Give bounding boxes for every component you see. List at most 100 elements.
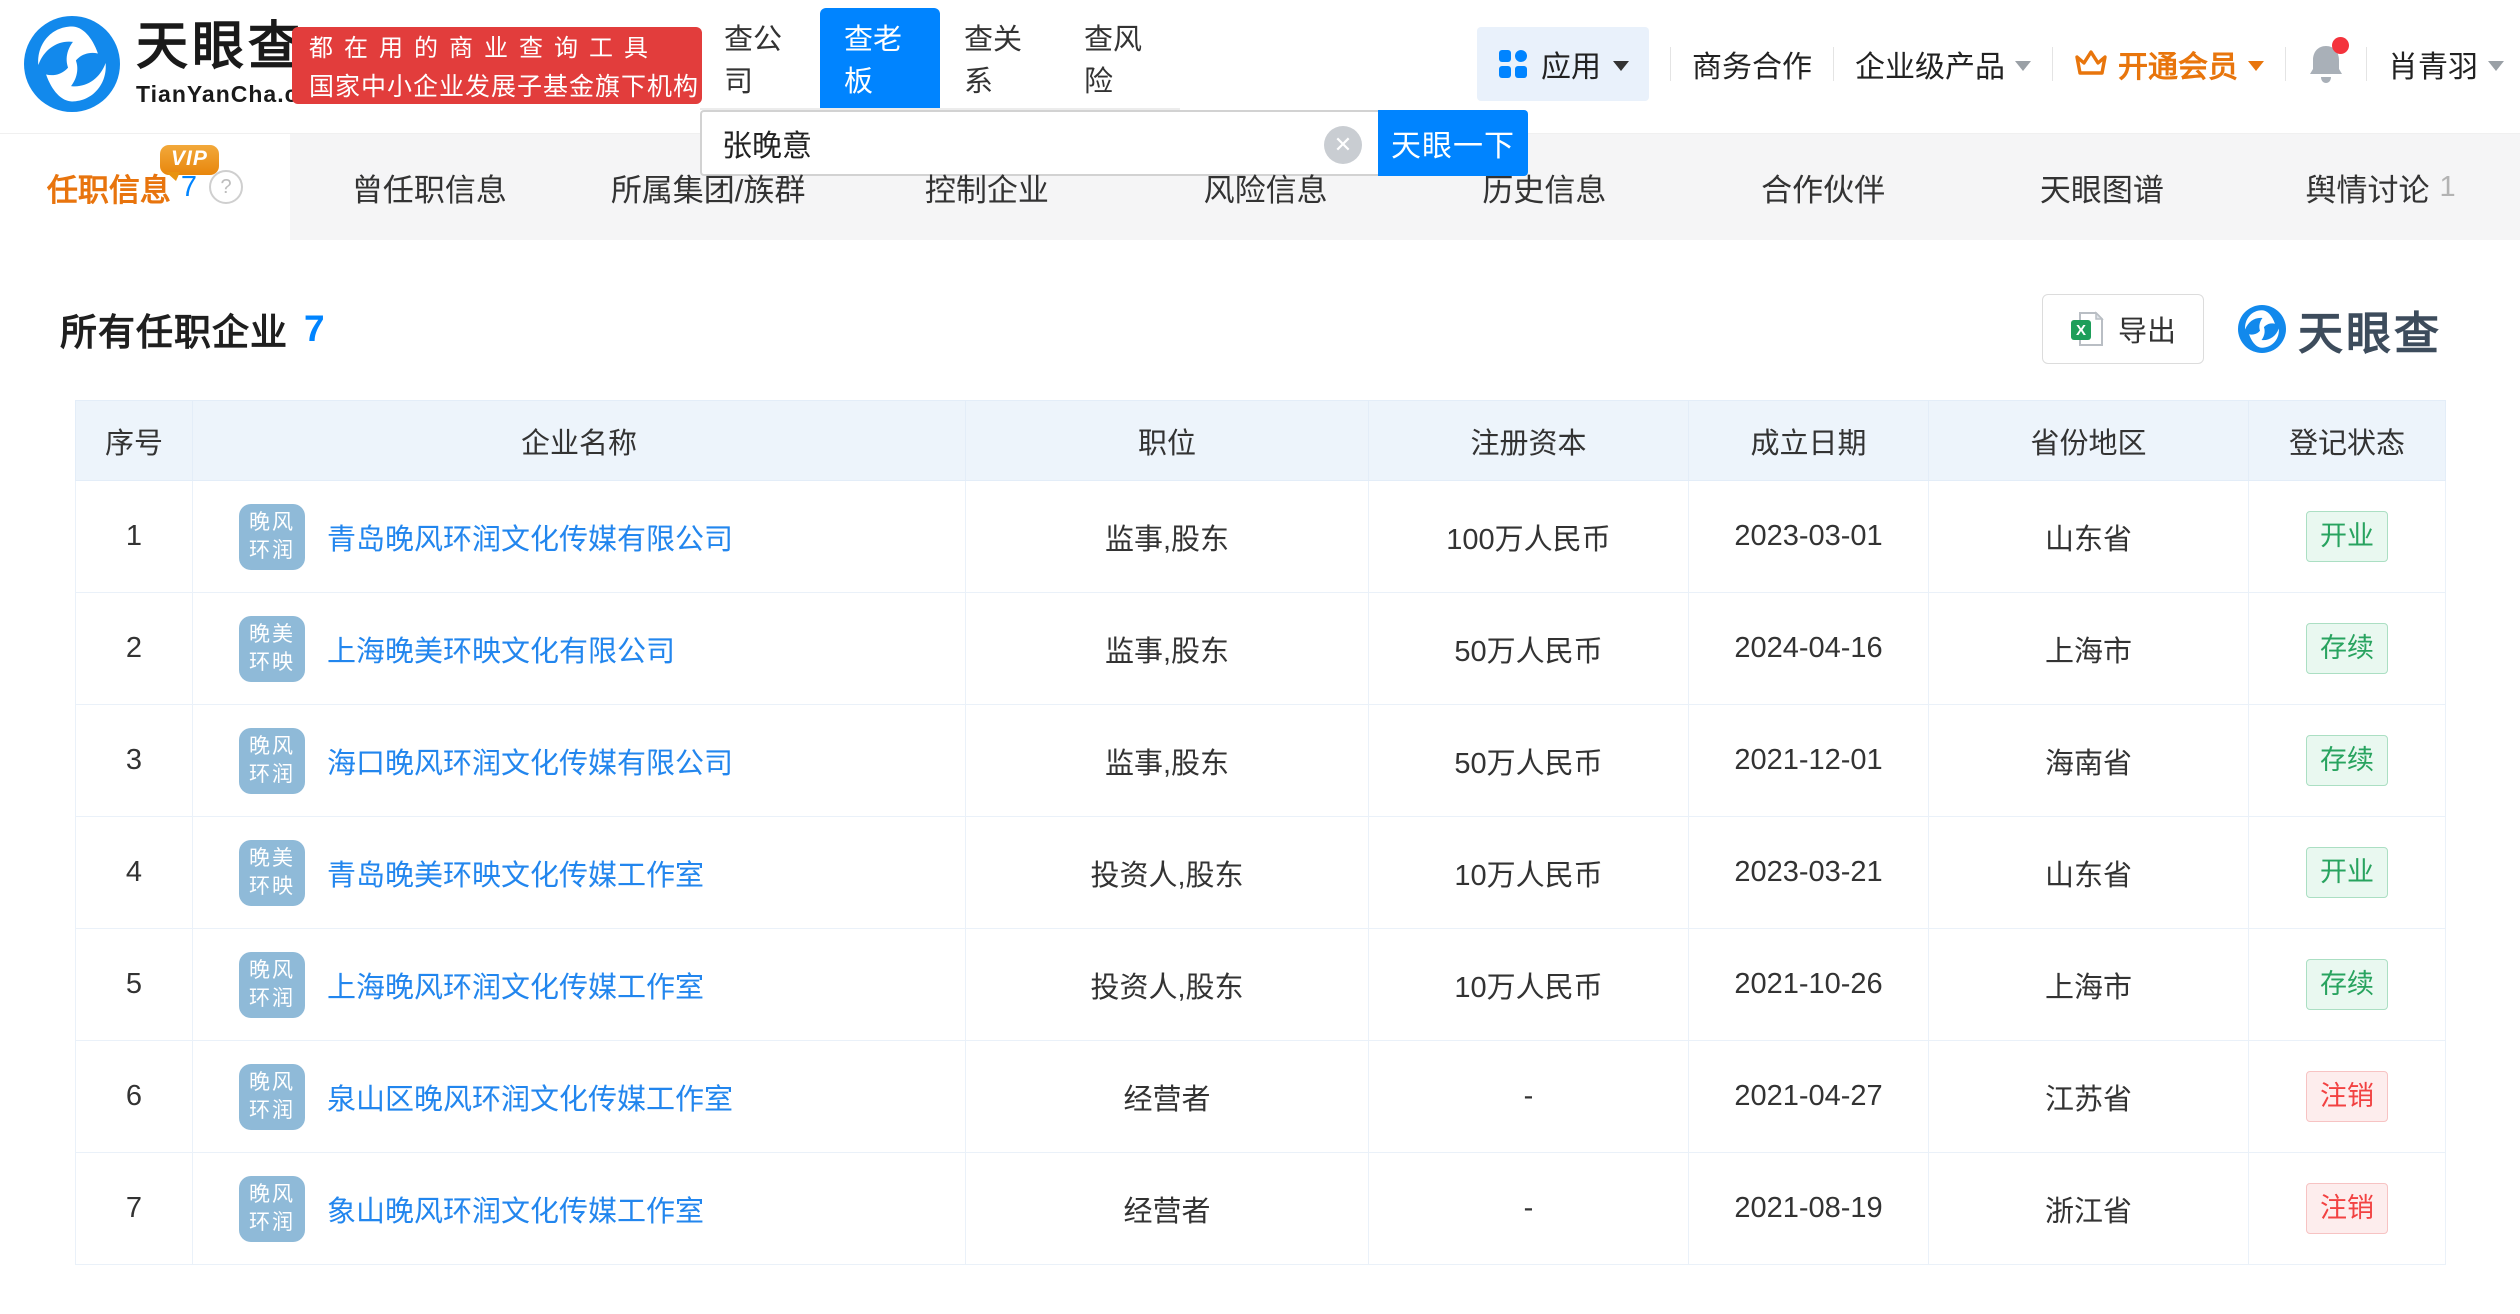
notification-bell-button[interactable] xyxy=(2307,37,2349,85)
company-name-link[interactable]: 象山晚风环润文化传媒工作室 xyxy=(327,1188,704,1230)
company-logo-badge[interactable]: 晚风 环润 xyxy=(239,951,305,1018)
search-tab[interactable]: 查风险 xyxy=(1060,8,1180,108)
cell-index: 6 xyxy=(75,1040,193,1153)
table-row: 6 晚风 环润 泉山区晚风环润文化传媒工作室 经营者 - 2021-04-27 … xyxy=(75,1040,2446,1153)
export-label: 导出 xyxy=(2117,316,2176,348)
business-cooperation-link[interactable]: 商务合作 xyxy=(1692,42,1812,86)
nav-tab-label: 控制企业 xyxy=(924,172,1049,208)
company-logo-line2: 环润 xyxy=(249,538,295,562)
company-name-link[interactable]: 海口晚风环润文化传媒有限公司 xyxy=(327,740,733,782)
menu-divider xyxy=(2366,47,2367,81)
nav-tab-count: 1 xyxy=(2439,170,2456,203)
tianyancha-watermark: 天眼查 xyxy=(2237,297,2442,362)
crown-icon xyxy=(2075,50,2107,75)
nav-tab[interactable]: 舆情讨论 1 xyxy=(2241,134,2520,240)
enterprise-product-link[interactable]: 企业级产品 xyxy=(1855,42,2031,86)
company-logo-line2: 环润 xyxy=(249,1098,295,1122)
svg-text:X: X xyxy=(2076,322,2086,339)
nav-tab-label: 合作伙伴 xyxy=(1761,172,1886,208)
status-badge: 注销 xyxy=(2306,1071,2388,1122)
export-button[interactable]: X 导出 xyxy=(2041,294,2204,364)
nav-tab-label: 舆情讨论 xyxy=(2305,172,2430,208)
cell-position: 监事,股东 xyxy=(965,704,1369,817)
username-label: 肖青羽 xyxy=(2388,51,2478,84)
column-header: 序号 xyxy=(75,400,193,481)
chevron-down-icon xyxy=(2015,61,2031,71)
cell-date: 2021-04-27 xyxy=(1688,1040,1929,1153)
detail-nav-tabs: VIP 任职信息 7 ? 曾任职信息 所属集团/族群 控制企业 风险信息 历史信… xyxy=(0,133,2520,240)
company-name-link[interactable]: 青岛晚风环润文化传媒有限公司 xyxy=(327,516,733,558)
company-logo-badge[interactable]: 晚风 环润 xyxy=(239,1175,305,1242)
cell-status: 存续 xyxy=(2248,928,2446,1041)
nav-tab[interactable]: 曾任职信息 xyxy=(290,134,569,240)
cell-date: 2024-04-16 xyxy=(1688,592,1929,705)
company-logo-line1: 晚风 xyxy=(249,734,295,758)
section-count: 7 xyxy=(304,308,325,349)
nav-tab[interactable]: 天眼图谱 xyxy=(1963,134,2242,240)
company-name-link[interactable]: 泉山区晚风环润文化传媒工作室 xyxy=(327,1076,733,1118)
chevron-down-icon xyxy=(2488,61,2504,71)
menu-divider xyxy=(2052,47,2053,81)
notification-dot xyxy=(2332,37,2349,54)
cell-index: 4 xyxy=(75,816,193,929)
company-logo-badge[interactable]: 晚美 环映 xyxy=(239,839,305,906)
open-vip-link[interactable]: 开通会员 xyxy=(2074,42,2264,86)
company-name-link[interactable]: 上海晚美环映文化有限公司 xyxy=(327,628,675,670)
cell-index: 5 xyxy=(75,928,193,1041)
company-logo-line2: 环映 xyxy=(249,874,295,898)
status-badge: 注销 xyxy=(2306,1183,2388,1234)
section-header: 所有任职企业 7 X 导出 天眼查 xyxy=(60,294,2442,364)
company-logo-line2: 环映 xyxy=(249,650,295,674)
nav-tab-label: 曾任职信息 xyxy=(351,172,507,208)
search-tab-label: 查关系 xyxy=(964,24,1023,98)
company-logo-line1: 晚美 xyxy=(249,846,295,870)
column-header: 成立日期 xyxy=(1688,400,1929,481)
cell-company: 晚风 环润 泉山区晚风环润文化传媒工作室 xyxy=(192,1040,966,1153)
cell-status: 注销 xyxy=(2248,1152,2446,1265)
status-badge: 存续 xyxy=(2306,623,2388,674)
column-header: 省份地区 xyxy=(1928,400,2249,481)
cell-position: 经营者 xyxy=(965,1040,1369,1153)
company-logo-badge[interactable]: 晚风 环润 xyxy=(239,727,305,794)
search-tab[interactable]: 查关系 xyxy=(940,8,1060,108)
app-grid-icon xyxy=(1499,50,1527,78)
company-name-link[interactable]: 上海晚风环润文化传媒工作室 xyxy=(327,964,704,1006)
watermark-label: 天眼查 xyxy=(2297,307,2442,359)
company-logo-badge[interactable]: 晚风 环润 xyxy=(239,1063,305,1130)
nav-tab[interactable]: VIP 任职信息 7 ? xyxy=(0,134,290,240)
nav-tab-label: 天眼图谱 xyxy=(2039,172,2164,208)
search-tab[interactable]: 查公司 xyxy=(700,8,820,108)
nav-tab[interactable]: 所属集团/族群 xyxy=(569,134,848,240)
tianyancha-eye-icon xyxy=(24,16,120,112)
company-name-link[interactable]: 青岛晚美环映文化传媒工作室 xyxy=(327,852,704,894)
company-logo-line2: 环润 xyxy=(249,762,295,786)
cell-region: 上海市 xyxy=(1928,592,2249,705)
cell-position: 投资人,股东 xyxy=(965,928,1369,1041)
main-content: 所有任职企业 7 X 导出 天眼查 序号 企业名称 职位 注册资本 成立日期 省… xyxy=(0,240,2520,1265)
nav-tab[interactable]: 历史信息 xyxy=(1405,134,1684,240)
nav-tab-label: 任职信息 xyxy=(46,172,171,208)
nav-tab[interactable]: 控制企业 xyxy=(848,134,1127,240)
cell-status: 开业 xyxy=(2248,480,2446,593)
company-logo-line1: 晚风 xyxy=(249,1070,295,1094)
cell-capital: - xyxy=(1368,1152,1689,1265)
cell-region: 江苏省 xyxy=(1928,1040,2249,1153)
cell-company: 晚美 环映 青岛晚美环映文化传媒工作室 xyxy=(192,816,966,929)
table-body: 1 晚风 环润 青岛晚风环润文化传媒有限公司 监事,股东 100万人民币 202… xyxy=(75,480,2446,1265)
search-tab[interactable]: 查老板 xyxy=(820,8,940,108)
company-logo-line1: 晚美 xyxy=(249,622,295,646)
tianyancha-logo[interactable]: 天眼查 TianYanCha.com xyxy=(24,16,335,112)
cell-status: 存续 xyxy=(2248,704,2446,817)
section-title: 所有任职企业 xyxy=(60,312,288,353)
table-row: 3 晚风 环润 海口晚风环润文化传媒有限公司 监事,股东 50万人民币 2021… xyxy=(75,704,2446,817)
nav-tab[interactable]: 合作伙伴 xyxy=(1684,134,1963,240)
nav-tab[interactable]: 风险信息 xyxy=(1126,134,1405,240)
user-account-menu[interactable]: 肖青羽 xyxy=(2388,42,2504,86)
help-icon[interactable]: ? xyxy=(209,170,244,204)
company-logo-line1: 晚风 xyxy=(249,510,295,534)
cell-position: 投资人,股东 xyxy=(965,816,1369,929)
apps-menu-button[interactable]: 应用 xyxy=(1477,27,1649,101)
cell-status: 开业 xyxy=(2248,816,2446,929)
company-logo-badge[interactable]: 晚美 环映 xyxy=(239,615,305,682)
company-logo-badge[interactable]: 晚风 环润 xyxy=(239,503,305,570)
